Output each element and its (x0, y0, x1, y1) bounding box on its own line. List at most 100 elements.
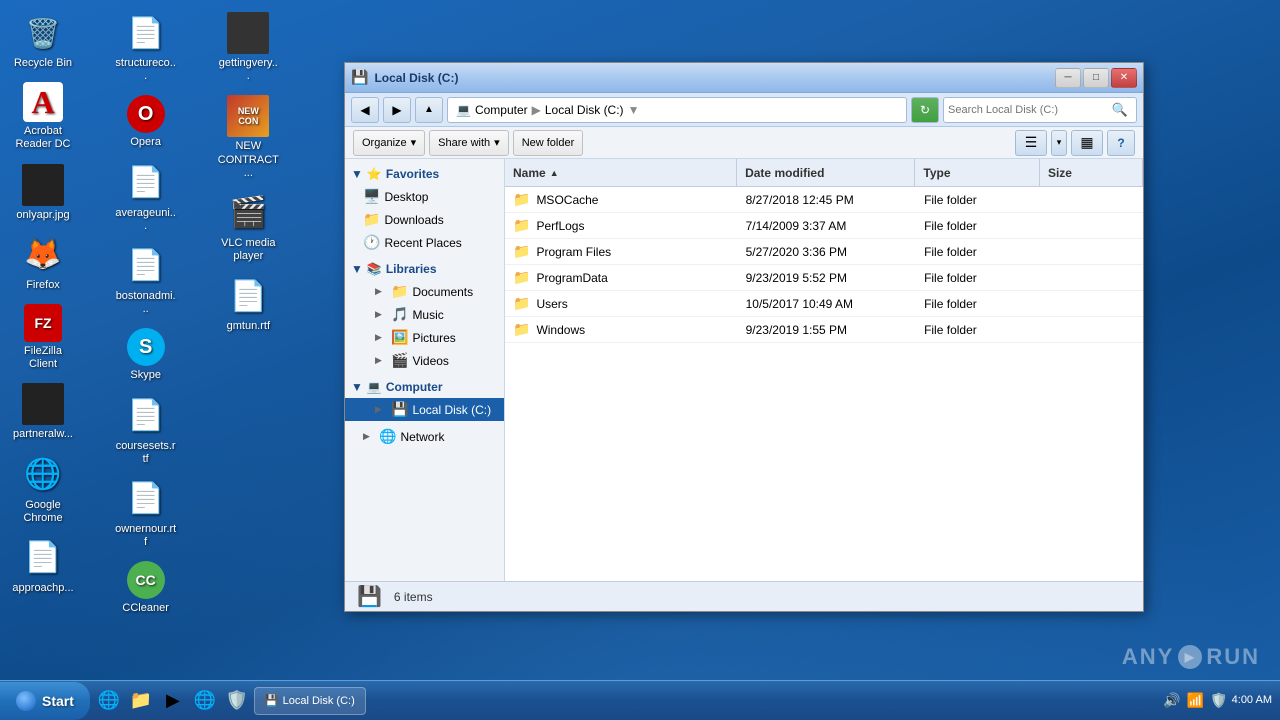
folder-icon: 📁 (513, 217, 530, 234)
desktop-icon-acrobat[interactable]: A Acrobat Reader DC (8, 78, 78, 155)
computer-header[interactable]: ▼ 💻 Computer (345, 376, 504, 398)
sidebar-item-documents[interactable]: ▶ 📁 Documents (345, 280, 504, 303)
taskbar-ie-icon[interactable]: 🌐 (94, 686, 124, 716)
desktop-icon-partnerlaw[interactable]: partneralw... (8, 379, 78, 445)
desktop-icon-recycle-bin[interactable]: 🗑️ Recycle Bin (8, 8, 78, 74)
taskbar-window-explorer[interactable]: 💾 Local Disk (C:) (254, 687, 366, 715)
file-name-cell: 📁 ProgramData (505, 269, 738, 286)
col-header-date[interactable]: Date modified (737, 159, 915, 186)
table-row[interactable]: 📁 Users 10/5/2017 10:49 AM File folder (505, 291, 1143, 317)
file-type-cell: File folder (916, 271, 1040, 285)
partnerlaw-icon (22, 383, 64, 425)
sidebar-item-pictures[interactable]: ▶ 🖼️ Pictures (345, 326, 504, 349)
taskbar-security-icon[interactable]: 🛡️ (222, 686, 252, 716)
network-expand-icon: ▶ (363, 431, 375, 442)
back-button[interactable]: ◀ (351, 97, 379, 123)
search-input[interactable] (948, 104, 1108, 116)
file-name-cell: 📁 Program Files (505, 243, 738, 260)
desktop-icon-new-contract[interactable]: NEWCON NEW CONTRACT... (213, 91, 283, 184)
sidebar-item-network[interactable]: ▶ 🌐 Network (345, 425, 504, 448)
desktop-icon-vlc[interactable]: 🎬 VLC media player (213, 188, 283, 267)
approach-icon: 📄 (22, 537, 64, 579)
table-row[interactable]: 📁 ProgramData 9/23/2019 5:52 PM File fol… (505, 265, 1143, 291)
sidebar-item-music[interactable]: ▶ 🎵 Music (345, 303, 504, 326)
organize-button[interactable]: Organize ▾ (353, 130, 425, 156)
libraries-header[interactable]: ▼ 📚 Libraries (345, 258, 504, 280)
file-date: 10/5/2017 10:49 AM (746, 297, 853, 311)
desktop-icon-ownernour[interactable]: 📄 ownernour.rtf (111, 474, 181, 553)
system-clock[interactable]: 4:00 AM (1232, 693, 1272, 707)
file-name-cell: 📁 PerfLogs (505, 217, 738, 234)
help-button[interactable]: ? (1107, 130, 1135, 156)
col-header-type[interactable]: Type (915, 159, 1040, 186)
file-type: File folder (924, 245, 977, 259)
new-folder-button[interactable]: New folder (513, 130, 584, 156)
explorer-content: ▼ ⭐ Favorites 🖥️ Desktop 📁 Downloads 🕐 (345, 159, 1143, 581)
taskbar-folder-icon[interactable]: 📁 (126, 686, 156, 716)
computer-icon-sidebar: 💻 (367, 380, 382, 394)
toolbar: Organize ▾ Share with ▾ New folder ☰ ▾ ▦… (345, 127, 1143, 159)
file-date: 5/27/2020 3:36 PM (746, 245, 847, 259)
desktop-icon-filezilla[interactable]: FZ FileZilla Client (8, 300, 78, 375)
desktop-icon-coursesets[interactable]: 📄 coursesets.rtf (111, 391, 181, 470)
desktop-icon-ccleaner[interactable]: CC CCleaner (111, 557, 181, 619)
tray-volume-icon[interactable]: 🔊 (1163, 692, 1180, 709)
recent-places-label: Recent Places (384, 236, 498, 250)
share-with-button[interactable]: Share with ▾ (429, 130, 509, 156)
desktop-icon-gettingvery[interactable]: gettingvery... (213, 8, 283, 87)
search-button[interactable]: 🔍 (1108, 98, 1132, 122)
view-list-button[interactable]: ☰ (1015, 130, 1047, 156)
table-row[interactable]: 📁 PerfLogs 7/14/2009 3:37 AM File folder (505, 213, 1143, 239)
acrobat-label: Acrobat Reader DC (12, 125, 74, 151)
file-type: File folder (924, 219, 977, 233)
refresh-button[interactable]: ↻ (911, 97, 939, 123)
address-path[interactable]: 💻 Computer ▶ Local Disk (C:) ▼ (447, 97, 907, 123)
file-rows-container: 📁 MSOCache 8/27/2018 12:45 PM File folde… (505, 187, 1143, 343)
desktop-label: Desktop (384, 190, 498, 204)
desktop-icon-structure[interactable]: 📄 structureco... (111, 8, 181, 87)
forward-button[interactable]: ▶ (383, 97, 411, 123)
sidebar-item-videos[interactable]: ▶ 🎬 Videos (345, 349, 504, 372)
taskbar-window-icon: 💾 (265, 694, 279, 707)
desktop-icon-chrome[interactable]: 🌐 Google Chrome (8, 450, 78, 529)
desktop-icon-opera[interactable]: O Opera (111, 91, 181, 153)
sidebar-item-downloads[interactable]: 📁 Downloads (345, 208, 504, 231)
taskbar-chrome-icon[interactable]: 🌐 (190, 686, 220, 716)
file-type: File folder (924, 271, 977, 285)
sidebar-item-desktop[interactable]: 🖥️ Desktop (345, 185, 504, 208)
col-date-label: Date modified (745, 166, 824, 180)
taskbar-media-icon[interactable]: ▶ (158, 686, 188, 716)
coursesets-label: coursesets.rtf (115, 440, 177, 466)
libraries-icon: 📚 (367, 262, 382, 276)
desktop-icon-skype[interactable]: S Skype (111, 324, 181, 386)
sidebar-item-recent-places[interactable]: 🕐 Recent Places (345, 231, 504, 254)
table-row[interactable]: 📁 Windows 9/23/2019 1:55 PM File folder (505, 317, 1143, 343)
table-row[interactable]: 📁 MSOCache 8/27/2018 12:45 PM File folde… (505, 187, 1143, 213)
close-button[interactable]: ✕ (1111, 68, 1137, 88)
desktop-icon-boston[interactable]: 📄 bostonadmi... (111, 241, 181, 320)
file-date-cell: 9/23/2019 1:55 PM (738, 323, 916, 337)
onlyapr-label: onlyapr.jpg (16, 209, 69, 222)
desktop-icon-average[interactable]: 📄 averageuni... (111, 158, 181, 237)
computer-label: Computer (386, 380, 443, 394)
desktop-icon-firefox[interactable]: 🦊 Firefox (8, 230, 78, 296)
favorites-header[interactable]: ▼ ⭐ Favorites (345, 163, 504, 185)
table-row[interactable]: 📁 Program Files 5/27/2020 3:36 PM File f… (505, 239, 1143, 265)
desktop-icon-onlyapr[interactable]: onlyapr.jpg (8, 160, 78, 226)
desktop-icon-gmtun[interactable]: 📄 gmtun.rtf (213, 271, 283, 337)
desktop-icon-approach[interactable]: 📄 approachp... (8, 533, 78, 599)
col-header-size[interactable]: Size (1040, 159, 1143, 186)
col-header-name[interactable]: Name ▲ (505, 159, 737, 186)
favorites-section: ▼ ⭐ Favorites 🖥️ Desktop 📁 Downloads 🕐 (345, 163, 504, 254)
preview-pane-button[interactable]: ▦ (1071, 130, 1103, 156)
view-dropdown-button[interactable]: ▾ (1051, 130, 1067, 156)
maximize-button[interactable]: □ (1083, 68, 1109, 88)
tray-security-icon[interactable]: 🛡️ (1210, 692, 1227, 709)
tray-network-icon[interactable]: 📶 (1187, 692, 1204, 709)
minimize-button[interactable]: ─ (1055, 68, 1081, 88)
up-button[interactable]: ▲ (415, 97, 443, 123)
path-localdisk: Local Disk (C:) (545, 103, 624, 117)
folder-icon: 📁 (513, 269, 530, 286)
sidebar-item-local-disk[interactable]: ▶ 💾 Local Disk (C:) (345, 398, 504, 421)
start-button[interactable]: Start (0, 682, 90, 720)
